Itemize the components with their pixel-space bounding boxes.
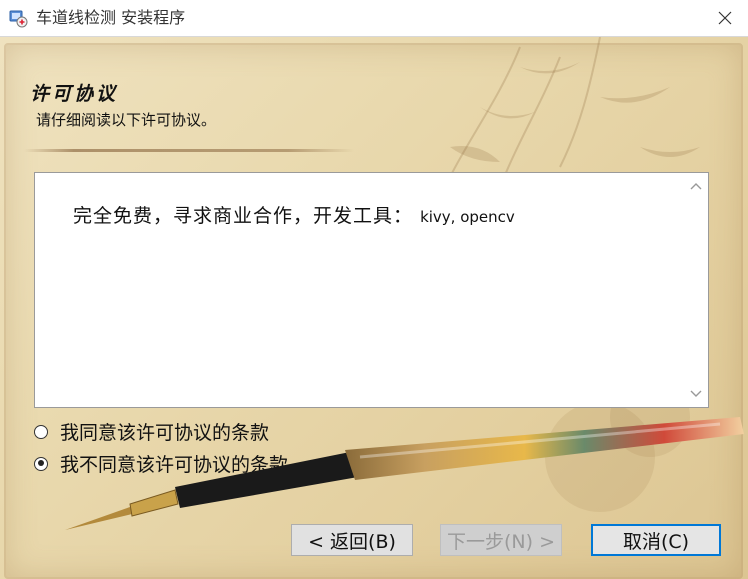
scroll-up-button[interactable] [688,178,704,194]
next-button[interactable]: 下一步(N) > [440,524,562,556]
chevron-up-icon [690,183,702,190]
license-text-latin: kivy, opencv [420,208,515,226]
license-text-cn: 完全免费，寻求商业合作，开发工具： [73,205,414,227]
close-button[interactable] [702,0,748,36]
divider [24,149,354,152]
page-subtitle: 请仔细阅读以下许可协议。 [36,111,217,129]
decline-radio[interactable] [34,456,48,471]
fountain-pen-decoration [65,417,744,530]
cancel-button[interactable]: 取消(C) [591,524,721,556]
installer-page: 许可协议 请仔细阅读以下许可协议。 完全免费，寻求商业合作，开发工具： kivy… [0,37,748,579]
close-icon [718,11,732,25]
page-title: 许可协议 [30,83,119,105]
window-title: 车道线检测 安装程序 [36,8,186,27]
scrollbar[interactable] [684,173,708,407]
license-text: 完全免费，寻求商业合作，开发工具： kivy, opencv [73,201,515,228]
license-text-box[interactable]: 完全免费，寻求商业合作，开发工具： kivy, opencv [34,172,709,408]
title-bar: 车道线检测 安装程序 [0,0,748,37]
accept-radio[interactable] [34,424,48,439]
chevron-down-icon [690,390,702,397]
scroll-down-button[interactable] [688,386,704,402]
back-button[interactable]: < 返回(B) [291,524,413,556]
installer-icon [9,10,28,28]
